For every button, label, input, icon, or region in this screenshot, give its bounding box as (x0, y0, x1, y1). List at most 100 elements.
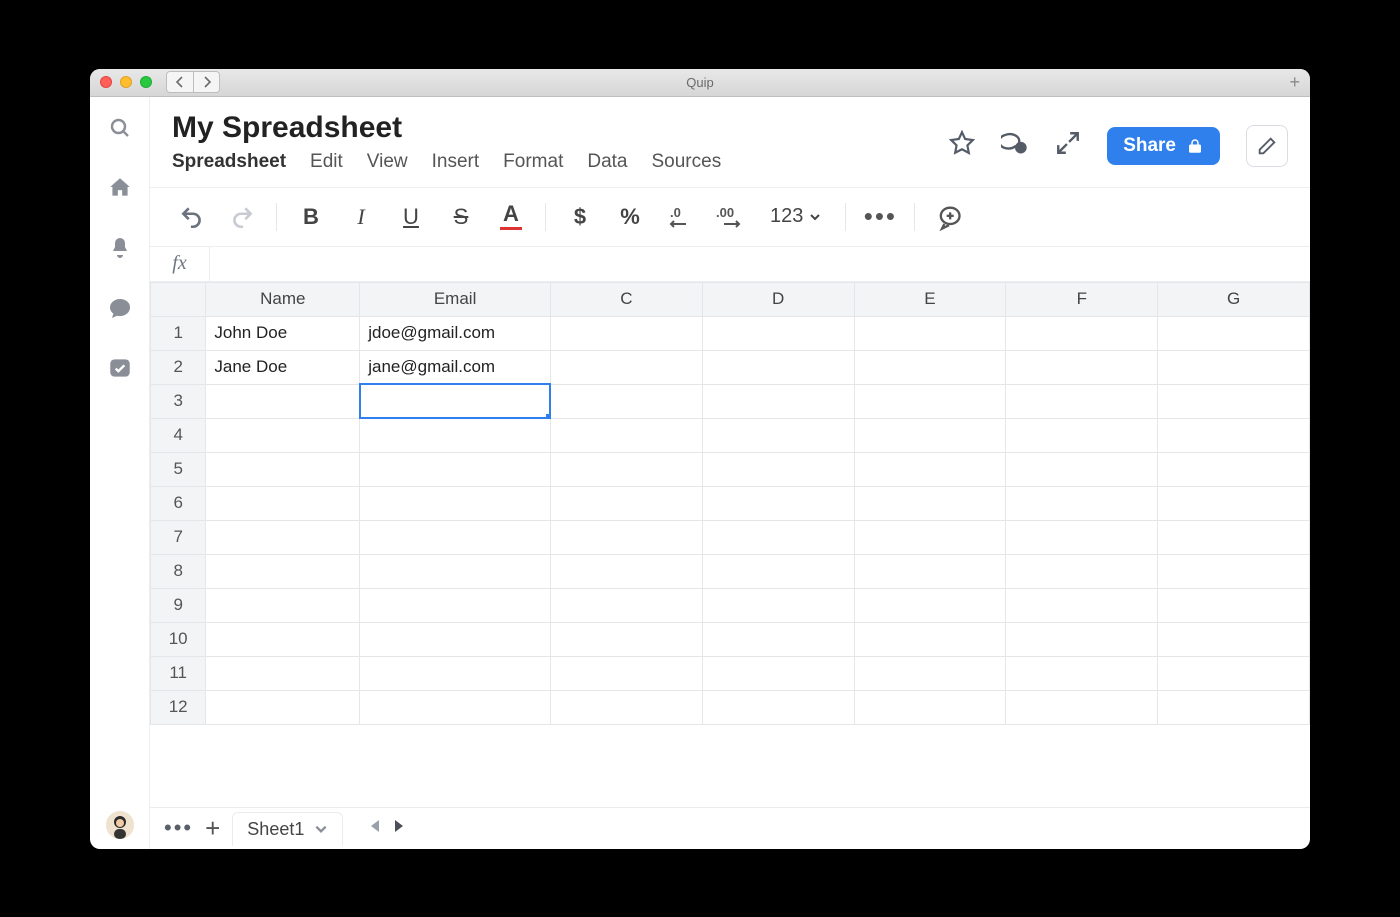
menu-sources[interactable]: Sources (652, 151, 722, 173)
cell[interactable] (702, 622, 854, 656)
cell[interactable] (550, 452, 702, 486)
user-avatar[interactable] (106, 811, 134, 839)
cell[interactable] (1006, 350, 1158, 384)
strikethrough-button[interactable]: S (441, 200, 481, 234)
cell[interactable] (550, 656, 702, 690)
cell[interactable] (360, 418, 551, 452)
cell[interactable] (1006, 486, 1158, 520)
cell[interactable] (360, 588, 551, 622)
column-header[interactable]: F (1006, 282, 1158, 316)
cell[interactable] (702, 452, 854, 486)
cell[interactable] (1006, 554, 1158, 588)
redo-button[interactable] (222, 200, 262, 234)
cell[interactable] (854, 384, 1006, 418)
cell[interactable] (360, 486, 551, 520)
cell[interactable] (206, 418, 360, 452)
cell[interactable] (550, 690, 702, 724)
cell[interactable] (702, 486, 854, 520)
conversation-icon[interactable] (1001, 129, 1029, 162)
cell[interactable] (702, 350, 854, 384)
nav-back-button[interactable] (167, 72, 193, 92)
currency-button[interactable]: $ (560, 200, 600, 234)
row-header[interactable]: 1 (151, 316, 206, 350)
cell[interactable] (702, 554, 854, 588)
percent-button[interactable]: % (610, 200, 650, 234)
cell[interactable] (360, 520, 551, 554)
row-header[interactable]: 7 (151, 520, 206, 554)
cell[interactable] (206, 554, 360, 588)
cell[interactable] (206, 656, 360, 690)
cell[interactable] (1158, 350, 1310, 384)
cell[interactable] (1158, 656, 1310, 690)
cell[interactable]: John Doe (206, 316, 360, 350)
tasks-icon[interactable] (107, 355, 133, 381)
formula-input[interactable] (210, 247, 1310, 281)
cell[interactable] (1006, 418, 1158, 452)
cell[interactable] (360, 690, 551, 724)
cell[interactable] (206, 588, 360, 622)
cell[interactable] (854, 588, 1006, 622)
expand-icon[interactable] (1055, 130, 1081, 161)
cell[interactable] (702, 316, 854, 350)
cell[interactable] (550, 486, 702, 520)
cell[interactable] (360, 656, 551, 690)
cell[interactable] (550, 622, 702, 656)
new-tab-button[interactable]: + (1289, 73, 1300, 91)
cell[interactable] (1158, 452, 1310, 486)
document-title[interactable]: My Spreadsheet (172, 111, 721, 145)
minimize-window-button[interactable] (120, 76, 132, 88)
home-icon[interactable] (107, 175, 133, 201)
cell[interactable] (550, 384, 702, 418)
cell[interactable] (1158, 418, 1310, 452)
row-header[interactable]: 4 (151, 418, 206, 452)
cell[interactable] (1158, 316, 1310, 350)
cell[interactable] (550, 316, 702, 350)
search-icon[interactable] (107, 115, 133, 141)
underline-button[interactable]: U (391, 200, 431, 234)
cell[interactable] (1158, 690, 1310, 724)
cell[interactable] (854, 486, 1006, 520)
cell[interactable]: jdoe@gmail.com (360, 316, 551, 350)
row-header[interactable]: 12 (151, 690, 206, 724)
cell[interactable] (1158, 588, 1310, 622)
row-header[interactable]: 8 (151, 554, 206, 588)
undo-button[interactable] (172, 200, 212, 234)
cell[interactable] (360, 554, 551, 588)
cell[interactable] (550, 350, 702, 384)
cell[interactable] (702, 656, 854, 690)
cell[interactable] (206, 690, 360, 724)
cell[interactable]: Jane Doe (206, 350, 360, 384)
spreadsheet-area[interactable]: NameEmailCDEFG 1John Doejdoe@gmail.com2J… (150, 282, 1310, 807)
column-header[interactable]: Name (206, 282, 360, 316)
row-header[interactable]: 10 (151, 622, 206, 656)
chat-icon[interactable] (107, 295, 133, 321)
close-window-button[interactable] (100, 76, 112, 88)
share-button[interactable]: Share (1107, 127, 1220, 165)
cell[interactable] (1006, 656, 1158, 690)
nav-forward-button[interactable] (193, 72, 219, 92)
cell[interactable] (1158, 486, 1310, 520)
cell[interactable] (206, 452, 360, 486)
menu-spreadsheet[interactable]: Spreadsheet (172, 151, 286, 173)
cell[interactable] (1006, 452, 1158, 486)
cell[interactable] (702, 690, 854, 724)
cell[interactable] (702, 588, 854, 622)
row-header[interactable]: 2 (151, 350, 206, 384)
column-header[interactable]: E (854, 282, 1006, 316)
cell[interactable] (702, 520, 854, 554)
cell[interactable] (360, 622, 551, 656)
cell[interactable] (854, 418, 1006, 452)
cell[interactable] (854, 554, 1006, 588)
cell[interactable] (854, 622, 1006, 656)
menu-edit[interactable]: Edit (310, 151, 343, 173)
decrease-decimal-button[interactable]: .0 (660, 200, 700, 234)
column-header[interactable]: G (1158, 282, 1310, 316)
increase-decimal-button[interactable]: .00 (710, 200, 750, 234)
cell[interactable] (1006, 316, 1158, 350)
sheet-tab[interactable]: Sheet1 (232, 812, 343, 846)
cell[interactable] (1006, 588, 1158, 622)
row-header[interactable]: 9 (151, 588, 206, 622)
sheet-options-button[interactable]: ••• (164, 815, 193, 841)
select-all-corner[interactable] (151, 282, 206, 316)
cell[interactable] (360, 452, 551, 486)
